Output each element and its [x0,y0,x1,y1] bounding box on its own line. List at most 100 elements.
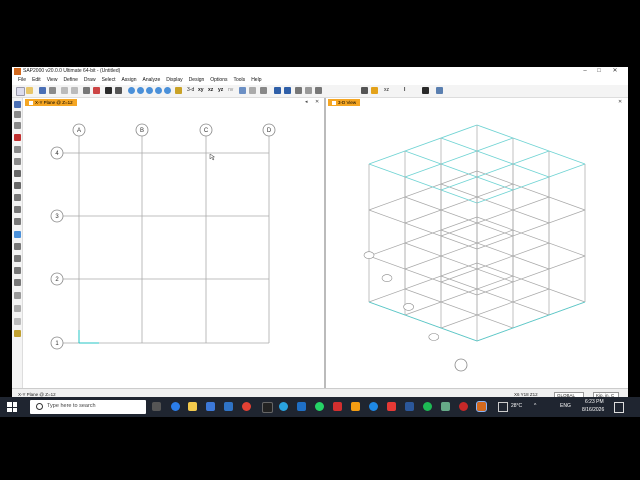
zoom-out-icon[interactable] [146,87,153,94]
vlc-icon[interactable] [351,402,360,411]
move-down-icon[interactable] [284,87,291,94]
wps-icon[interactable] [387,402,396,411]
snap-perpendicular-icon[interactable] [13,279,21,286]
windows-start-icon[interactable] [7,402,17,412]
snap-ends-icon[interactable] [13,255,21,262]
taskbar-search-box[interactable]: Type here to search [30,400,146,414]
beam-y[interactable] [476,262,586,303]
beam-y[interactable] [476,170,586,211]
menu-file[interactable]: File [18,76,26,85]
run-analysis-icon[interactable] [105,87,112,94]
edge-browser-icon[interactable] [171,402,180,411]
snap-intersect-icon[interactable] [13,267,21,274]
app-icon[interactable] [441,402,450,411]
snap-points-icon[interactable] [13,243,21,250]
load-icon[interactable] [422,87,429,94]
snap-fine-grid-icon[interactable] [13,305,21,312]
menu-options[interactable]: Options [210,76,227,85]
draw-rect-area-icon[interactable] [13,182,21,189]
clock-date[interactable]: 8/16/2026 [582,407,604,413]
zoom-window-icon[interactable] [128,87,135,94]
perspective-icon[interactable] [249,87,256,94]
beam-y[interactable] [404,242,514,283]
beam-x[interactable] [368,216,478,257]
close-button[interactable]: ✕ [608,67,622,76]
globe-icon[interactable] [369,402,378,411]
beam-x[interactable] [404,183,514,224]
microsoft-store-icon[interactable] [206,402,215,411]
chrome-icon[interactable] [242,402,251,411]
frame-tool-icon[interactable] [361,87,368,94]
menu-edit[interactable]: Edit [32,76,41,85]
snap-options-icon[interactable] [13,330,21,337]
beam-y[interactable] [476,124,586,165]
beam-y[interactable] [404,196,514,237]
zoom-fit-icon[interactable] [155,87,162,94]
clock-time[interactable]: 6:23 PM [585,399,604,405]
beam-x[interactable] [368,170,478,211]
task-view-icon[interactable] [152,402,161,411]
beam-y[interactable] [368,163,478,204]
draw-frame-icon[interactable] [13,134,21,141]
redo-icon[interactable] [71,87,78,94]
weather-icon[interactable] [498,402,508,412]
tray-chevron-icon[interactable]: ^ [534,403,536,409]
plan-view-pane[interactable]: X-Y Plane @ Z=12 ◂ ✕ A B C D 4 3 2 1 [23,98,326,388]
beam-x[interactable] [404,229,514,270]
quick-draw-area-icon[interactable] [13,194,21,201]
word-icon[interactable] [405,402,414,411]
print-icon[interactable] [49,87,56,94]
beam-y[interactable] [368,209,478,250]
beam-x[interactable] [476,209,586,250]
beam-y[interactable] [404,288,514,329]
beam-x[interactable] [404,137,514,178]
lock-icon[interactable] [93,87,100,94]
recorder-icon[interactable] [459,402,468,411]
view-3d-button[interactable]: 3-d [187,87,194,93]
new-file-icon[interactable] [16,87,25,96]
menu-display[interactable]: Display [166,76,182,85]
snap-lines-icon[interactable] [13,292,21,299]
language-indicator[interactable]: ENG [560,403,571,409]
draw-joint-icon[interactable] [13,122,21,129]
i-section-button[interactable]: I [404,87,405,93]
open-folder-icon[interactable] [26,87,33,94]
view-nv-button[interactable]: nv [228,87,233,93]
snap-grid-icon[interactable] [13,318,21,325]
beam-x[interactable] [476,163,586,204]
select-all-icon[interactable] [13,231,21,238]
search-placeholder[interactable]: Type here to search [47,403,96,409]
draw-brace-icon[interactable] [13,158,21,165]
menu-select[interactable]: Select [102,76,116,85]
reshape-icon[interactable] [13,111,21,118]
undo-icon[interactable] [61,87,68,94]
base-edge[interactable] [476,301,586,342]
pointer-icon[interactable] [115,87,122,94]
mail-icon[interactable] [224,402,233,411]
notification-icon[interactable] [614,402,624,413]
temperature-text[interactable]: 28°C [511,403,522,409]
beam-x[interactable] [404,275,514,316]
base-edge[interactable] [368,301,478,342]
whatsapp-icon[interactable] [315,402,324,411]
pointer-tool-icon[interactable] [13,101,21,108]
beam-x[interactable] [368,262,478,303]
menu-design[interactable]: Design [189,76,205,85]
refresh-icon[interactable] [83,87,90,94]
telegram-icon[interactable] [279,402,288,411]
section-icon[interactable] [371,87,378,94]
capcut-icon[interactable] [262,402,273,413]
3d-view-pane[interactable]: 3-D View ✕ [326,98,628,388]
sap2000-taskbar-icon[interactable] [476,401,487,412]
xz-dropdown[interactable]: xz [384,87,389,93]
beam-x[interactable] [368,124,478,165]
beam-y[interactable] [476,216,586,257]
zoom-in-icon[interactable] [137,87,144,94]
draw-solid-icon[interactable] [13,206,21,213]
get-all-icon[interactable] [295,87,302,94]
move-up-icon[interactable] [274,87,281,94]
deselect-icon[interactable] [315,87,322,94]
beam-y[interactable] [404,150,514,191]
pan-icon[interactable] [175,87,182,94]
file-explorer-icon[interactable] [188,402,197,411]
